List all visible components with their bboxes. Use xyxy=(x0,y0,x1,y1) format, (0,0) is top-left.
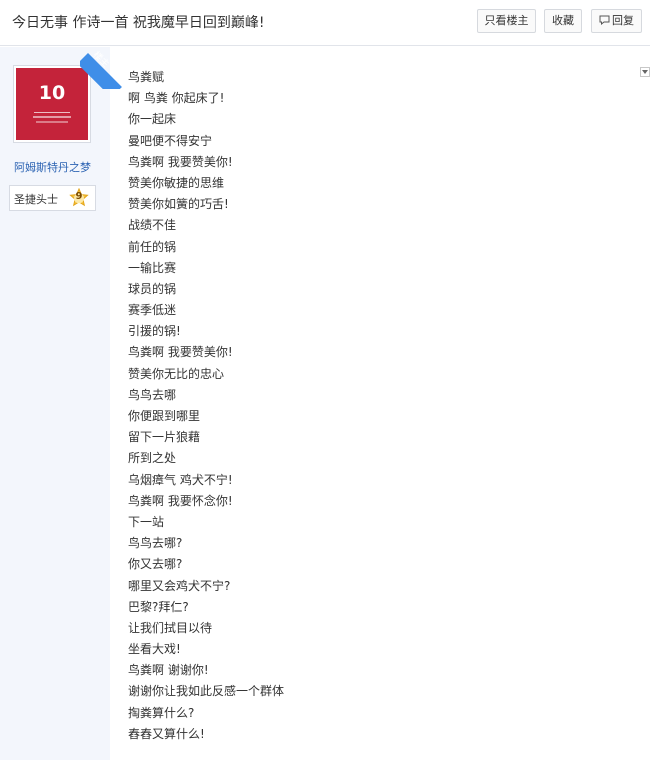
post-line: 引援的锅! xyxy=(128,324,181,339)
post-line: 坐看大戏! xyxy=(128,642,181,657)
author-name[interactable]: 阿姆斯特丹之梦 xyxy=(14,159,91,175)
avatar-decoration xyxy=(34,112,70,113)
post-line: 你一起床 xyxy=(128,112,177,127)
reply-button-label: 回复 xyxy=(612,14,634,27)
post-line: 掏粪算什么? xyxy=(128,705,195,720)
level-box[interactable]: 圣捷头士 9 xyxy=(9,185,96,211)
author-sidebar: 10 楼主 阿姆斯特丹之梦 圣捷头士 9 xyxy=(0,47,122,760)
post-line: 所到之处 xyxy=(128,451,177,466)
level-title: 圣捷头士 xyxy=(14,193,58,206)
avatar-decoration xyxy=(33,116,71,118)
post-line: 赞美你敏捷的思维 xyxy=(128,175,225,190)
post-line: 鸟粪啊 我要赞美你! xyxy=(128,345,233,360)
post-line: 啊 鸟粪 你起床了! xyxy=(128,91,225,106)
avatar-number: 10 xyxy=(38,82,66,104)
post-line: 下一站 xyxy=(128,514,165,529)
post-line: 鸟鸟去哪? xyxy=(128,536,183,551)
post-line: 一输比赛 xyxy=(128,260,177,275)
post-menu-arrow-icon[interactable] xyxy=(640,67,650,77)
post-line: 你又去哪? xyxy=(128,557,183,572)
post-line: 谢谢你让我如此反感一个群体 xyxy=(128,684,285,699)
favorite-button[interactable]: 收藏 xyxy=(544,9,582,33)
post-line: 鸟粪赋 xyxy=(128,70,165,84)
post-line: 鸟粪啊 谢谢你! xyxy=(128,663,209,678)
post-line: 战绩不佳 xyxy=(128,218,177,233)
avatar-image: 10 xyxy=(16,68,88,140)
only-op-button[interactable]: 只看楼主 xyxy=(477,9,536,33)
post-line: 球员的锅 xyxy=(128,281,177,296)
reply-icon xyxy=(599,15,610,25)
avatar-decoration xyxy=(36,121,68,123)
post-line: 鸟粪啊 我要怀念你! xyxy=(128,493,233,508)
level-star-icon: 9 xyxy=(69,187,89,208)
post-line: 鸟鸟去哪 xyxy=(128,387,177,402)
post-line: 你便跟到哪里 xyxy=(128,409,201,423)
post-line: 赞美你无比的忠心 xyxy=(128,366,225,381)
reply-button[interactable]: 回复 xyxy=(591,9,642,33)
thread-header: 今日无事 作诗一首 祝我魔早日回到巅峰! 只看楼主 收藏 回复 xyxy=(0,0,650,46)
thread-title: 今日无事 作诗一首 祝我魔早日回到巅峰! xyxy=(12,15,265,31)
post-line: 鸟粪啊 我要赞美你! xyxy=(128,154,233,169)
op-corner-badge: 楼主 xyxy=(80,45,124,89)
post-line: 哪里又会鸡犬不宁? xyxy=(128,578,231,593)
post-line: 乌烟瘴气 鸡犬不宁! xyxy=(128,472,233,487)
post-line: 舂舂又算什么! xyxy=(128,726,205,741)
post-line: 前任的锅 xyxy=(128,239,177,254)
post-line: 曼吧便不得安宁 xyxy=(128,133,213,148)
post-line: 赛季低迷 xyxy=(128,303,177,318)
post-line: 赞美你如簧的巧舌! xyxy=(128,197,229,212)
post-line: 让我们拭目以待 xyxy=(128,620,213,635)
post-line: 留下一片狼藉 xyxy=(128,430,201,445)
post-line: 巴黎?拜仁? xyxy=(128,599,189,614)
post-content: 鸟粪赋啊 鸟粪 你起床了! 你一起床曼吧便不得安宁鸟粪啊 我要赞美你! 赞美你敏捷的… xyxy=(128,67,628,745)
level-number: 9 xyxy=(75,191,83,202)
